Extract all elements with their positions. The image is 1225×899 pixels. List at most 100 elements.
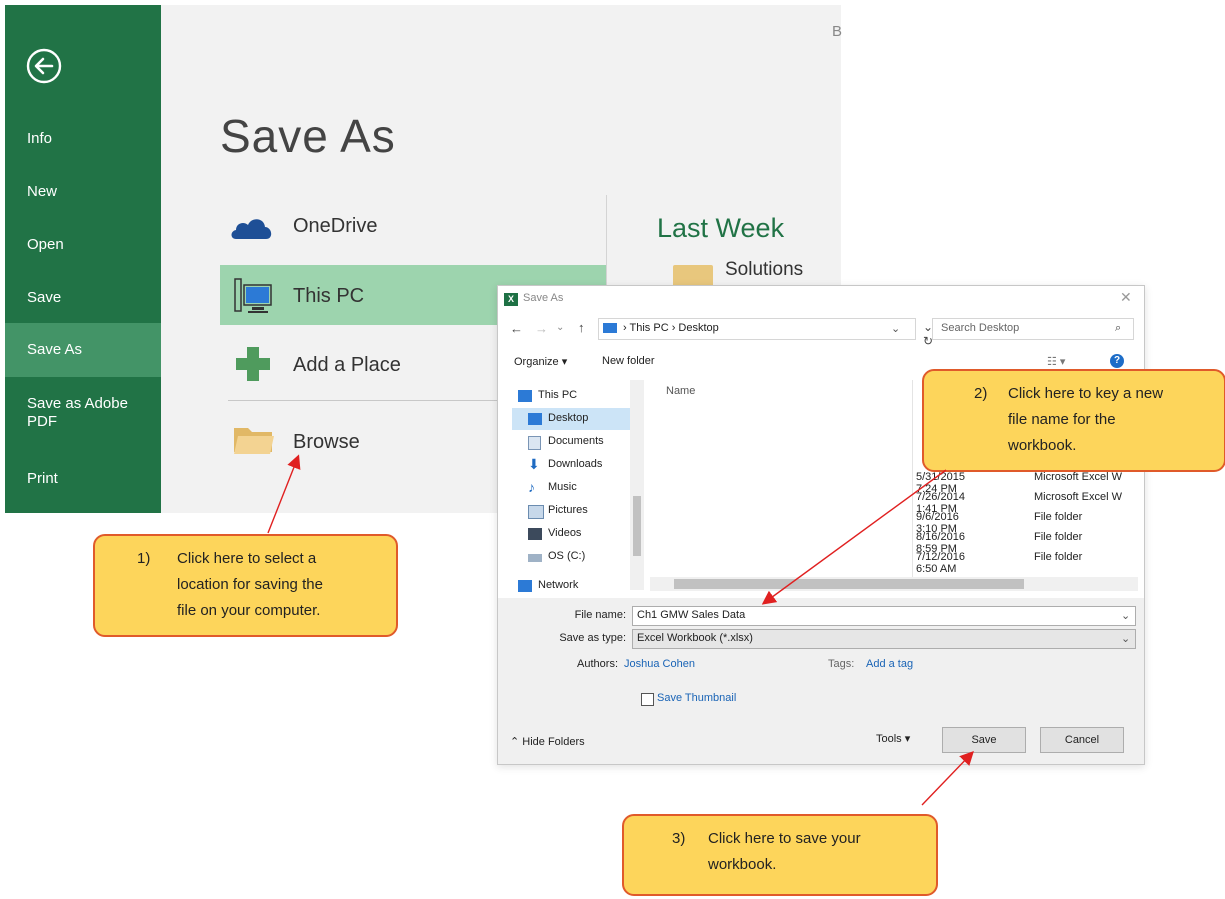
callout-line: file on your computer.	[177, 602, 321, 619]
tree-scrollbar-thumb[interactable]	[633, 496, 641, 556]
chevron-down-icon[interactable]: ⌄	[891, 322, 900, 335]
nav-print[interactable]: Print	[5, 470, 161, 487]
tree-item-os-c[interactable]: OS (C:)	[528, 547, 640, 568]
new-folder-button[interactable]: New folder	[602, 355, 655, 367]
network-icon	[518, 580, 532, 592]
backstage-nav: Info New Open Save Save As Save as Adobe…	[5, 5, 161, 513]
back-arrow-icon[interactable]	[25, 47, 63, 85]
callout-line: Click here to save your	[708, 830, 861, 847]
nav-save-as-adobe-pdf[interactable]: Save as Adobe PDF	[5, 395, 135, 431]
tree-item-label: Desktop	[548, 412, 589, 424]
hide-folders-button[interactable]: ⌃ Hide Folders	[510, 735, 585, 748]
file-date: 7/12/2016 6:50 AM	[916, 551, 965, 575]
music-icon: ♪	[528, 479, 535, 495]
folder-icon	[673, 265, 713, 287]
file-type: Microsoft Excel W	[1034, 471, 1123, 483]
tree-item-downloads[interactable]: ⬇ Downloads	[528, 455, 640, 476]
dialog-title: Save As	[523, 292, 564, 304]
chevron-down-icon[interactable]: ⌄	[1121, 609, 1130, 622]
nav-save-as[interactable]: Save As	[5, 341, 161, 358]
folder-icon	[234, 428, 274, 454]
view-options-icon[interactable]: ☷ ▾	[1047, 355, 1065, 368]
file-name-label: File name:	[574, 609, 626, 621]
tree-item-documents[interactable]: Documents	[528, 432, 640, 453]
back-arrow-icon[interactable]: ←	[510, 321, 523, 336]
callout-line: file name for the	[1008, 411, 1116, 428]
callout-number: 1)	[137, 550, 151, 567]
tree-item-label: Music	[548, 481, 577, 493]
search-placeholder: Search Desktop	[941, 322, 1020, 334]
file-name-value: Ch1 GMW Sales Data	[637, 609, 746, 621]
tree-item-music[interactable]: ♪ Music	[528, 478, 640, 499]
tree-item-desktop[interactable]: Desktop	[528, 409, 640, 430]
callout-line: Click here to key a new	[1008, 385, 1164, 402]
file-type: File folder	[1034, 511, 1083, 523]
recent-locations-chevron-icon[interactable]: ⌄	[556, 322, 564, 333]
tree-item-pictures[interactable]: Pictures	[528, 501, 640, 522]
computer-icon	[518, 390, 532, 402]
callout-step-2: 2) Click here to key a new file name for…	[922, 369, 1225, 472]
column-header-name[interactable]: Name	[666, 385, 695, 397]
help-icon[interactable]: ?	[1110, 354, 1124, 368]
nav-new[interactable]: New	[5, 183, 161, 200]
callout-number: 2)	[974, 385, 988, 402]
callout-line: Click here to select a	[177, 550, 317, 567]
organize-menu[interactable]: Organize ▾	[514, 355, 567, 368]
tree-item-network[interactable]: Network	[518, 578, 630, 592]
tree-item-label: Documents	[548, 435, 604, 447]
save-as-type-label: Save as type:	[559, 632, 626, 644]
authors-value[interactable]: Joshua Cohen	[624, 658, 695, 670]
tree-item-label: Pictures	[548, 504, 588, 516]
horizontal-scrollbar-thumb[interactable]	[674, 579, 1024, 589]
nav-info[interactable]: Info	[5, 130, 161, 147]
ribbon-corner-text: B	[832, 23, 843, 40]
recent-heading: Last Week	[657, 213, 785, 243]
search-icon[interactable]: ⌕	[1115, 322, 1121, 335]
tree-item-label: This PC	[538, 389, 578, 401]
save-as-dialog: X Save As ✕ ← → ⌄ ↑ › This PC › Desktop …	[497, 285, 1145, 765]
save-as-type-select[interactable]: Excel Workbook (*.xlsx) ⌄	[632, 629, 1136, 649]
nav-open[interactable]: Open	[5, 236, 161, 253]
location-label-browse: Browse	[293, 431, 360, 453]
tags-value[interactable]: Add a tag	[866, 658, 913, 670]
chevron-up-icon: ⌃	[510, 736, 523, 748]
location-label-onedrive: OneDrive	[293, 215, 378, 237]
address-path: › This PC › Desktop	[623, 322, 719, 334]
file-name-field[interactable]: Ch1 GMW Sales Data ⌄	[632, 606, 1136, 626]
excel-app-icon: X	[504, 293, 518, 306]
computer-icon	[603, 323, 617, 333]
location-label-add-a-place: Add a Place	[293, 354, 401, 376]
location-onedrive[interactable]: OneDrive	[220, 197, 606, 257]
callout-step-1: 1) Click here to select a location for s…	[93, 534, 398, 637]
location-label-this-pc: This PC	[293, 285, 365, 307]
page-title: Save As	[220, 110, 396, 162]
file-type: Microsoft Excel W	[1034, 491, 1123, 503]
tree-item-this-pc[interactable]: This PC	[518, 386, 630, 407]
hide-folders-label: Hide Folders	[522, 736, 585, 748]
address-bar[interactable]: › This PC › Desktop ⌄	[598, 318, 916, 340]
column-separator	[912, 380, 913, 590]
cancel-button[interactable]: Cancel	[1040, 727, 1124, 753]
recent-folder-solutions[interactable]: Solutions	[725, 259, 803, 281]
save-thumbnail-label[interactable]: Save Thumbnail	[657, 692, 736, 704]
documents-icon	[528, 436, 541, 450]
computer-icon	[234, 278, 272, 313]
search-input[interactable]: Search Desktop ⌕	[932, 318, 1134, 340]
authors-label: Authors:	[577, 658, 618, 670]
save-thumbnail-checkbox[interactable]	[641, 693, 654, 706]
save-button[interactable]: Save	[942, 727, 1026, 753]
save-as-type-value: Excel Workbook (*.xlsx)	[637, 632, 753, 644]
callout-step-3: 3) Click here to save your workbook.	[622, 814, 938, 896]
tools-menu[interactable]: Tools ▾	[876, 732, 910, 745]
close-icon[interactable]: ✕	[1120, 289, 1132, 306]
chevron-down-icon[interactable]: ⌄	[1121, 632, 1130, 645]
nav-save[interactable]: Save	[5, 289, 161, 306]
tree-scrollbar[interactable]	[630, 380, 644, 590]
tags-label: Tags:	[828, 658, 855, 670]
tree-item-videos[interactable]: Videos	[528, 524, 640, 545]
up-arrow-icon[interactable]: ↑	[578, 320, 585, 335]
plus-icon	[236, 347, 270, 381]
callout-line: workbook.	[708, 856, 777, 873]
forward-arrow-icon[interactable]: →	[535, 321, 548, 336]
file-type: File folder	[1034, 551, 1083, 563]
